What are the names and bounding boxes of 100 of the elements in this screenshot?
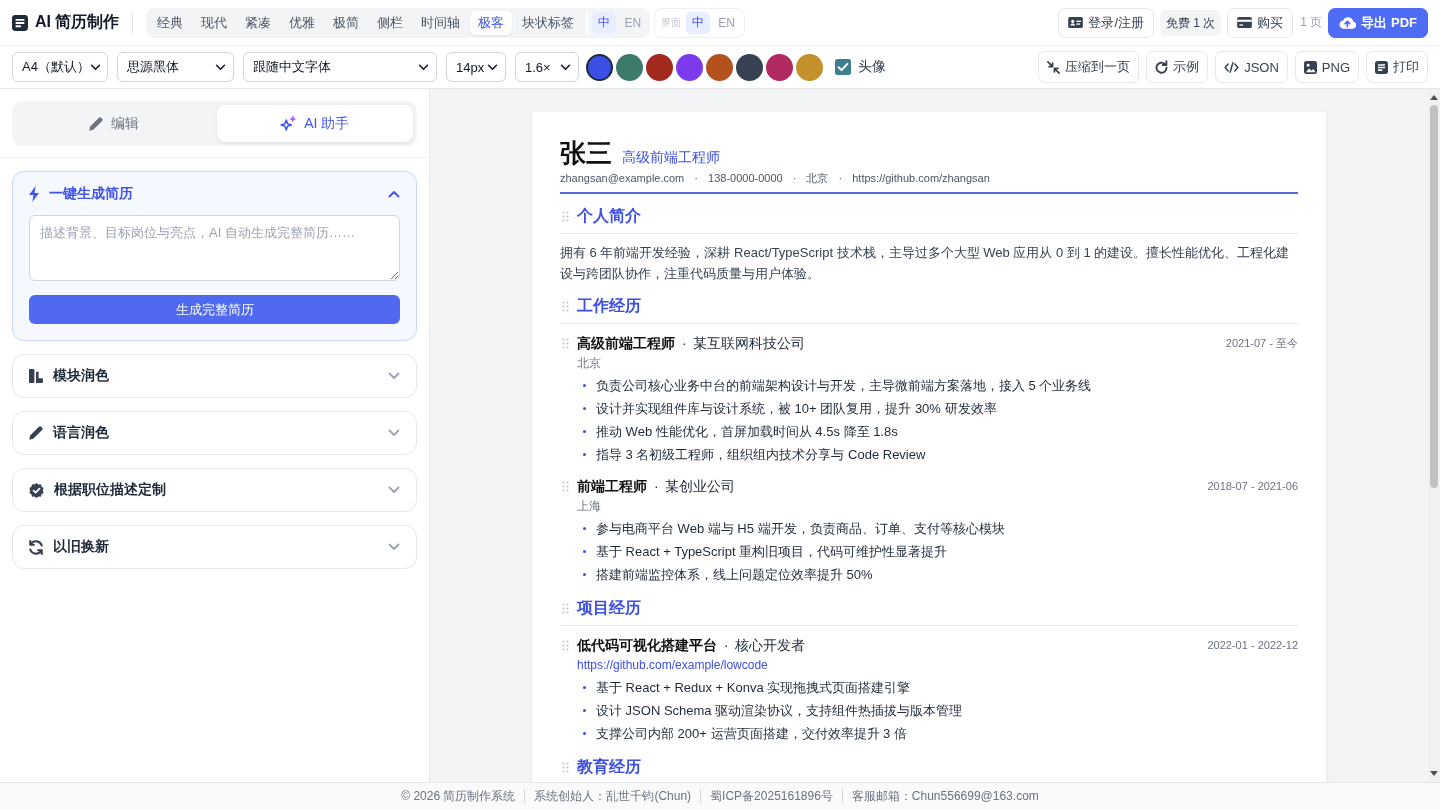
document-icon <box>1375 60 1388 74</box>
image-icon <box>1303 60 1317 74</box>
section-heading: 工作经历 <box>577 296 641 316</box>
resume-job-title: 高级前端工程师 <box>622 149 720 167</box>
footer-text: 蜀ICP备2025161896号 <box>700 790 833 803</box>
resume-name: 张三 <box>560 137 612 170</box>
example-button[interactable]: 示例 <box>1146 51 1209 83</box>
pencil-icon <box>89 116 104 131</box>
bullet-dot-icon <box>583 407 586 410</box>
page-count: 1 页 <box>1300 14 1323 31</box>
accordion-header[interactable]: 以旧换新 <box>13 526 416 568</box>
export-json-button[interactable]: JSON <box>1215 51 1288 83</box>
color-swatch[interactable] <box>736 53 763 81</box>
id-card-icon <box>1068 17 1084 28</box>
accordion-header[interactable]: 语言润色 <box>13 412 416 454</box>
bullet-dot-icon <box>583 550 586 553</box>
entry-date: 2022-01 - 2022-12 <box>1207 639 1298 651</box>
blocks-icon <box>29 369 43 383</box>
generate-button[interactable]: 生成完整简历 <box>29 295 400 324</box>
accordion-header[interactable]: 模块润色 <box>13 355 416 397</box>
template-tab[interactable]: 紧凑 <box>237 10 280 35</box>
cloud-upload-icon <box>1339 16 1357 29</box>
page-size-select[interactable]: A4（默认） <box>12 52 108 82</box>
avatar-checkbox[interactable] <box>835 59 851 75</box>
panel-tab[interactable]: 编辑 <box>16 105 213 142</box>
panel-tab[interactable]: AI 助手 <box>216 105 413 142</box>
bullet-text: 参与电商平台 Web 端与 H5 端开发，负责商品、订单、支付等核心模块 <box>596 519 1005 538</box>
chevron-down-icon <box>215 63 226 71</box>
bullet-text: 推动 Web 性能优化，首屏加载时间从 4.5s 降至 1.8s <box>596 422 898 441</box>
scroll-up-icon[interactable] <box>1430 95 1438 100</box>
free-quota-badge: 免费 1 次 <box>1160 9 1222 36</box>
language-option[interactable]: 中 <box>592 11 617 34</box>
drag-handle-icon[interactable] <box>562 602 569 614</box>
bullet-text: 设计 JSON Schema 驱动渲染协议，支持组件热插拔与版本管理 <box>596 701 963 720</box>
code-icon <box>1224 61 1240 73</box>
font-size-select[interactable]: 14px <box>446 52 506 82</box>
color-swatch[interactable] <box>706 53 733 81</box>
drag-handle-icon[interactable] <box>562 639 569 651</box>
bullet-dot-icon <box>583 430 586 433</box>
badge-check-icon <box>29 482 44 498</box>
lightning-bolt-icon <box>29 185 39 202</box>
credit-card-icon <box>1237 17 1253 28</box>
app-title: AI 简历制作 <box>35 12 120 32</box>
pencil-icon <box>29 426 43 440</box>
line-height-select[interactable]: 1.6× <box>515 52 579 82</box>
entry-location: 北京 <box>577 355 601 372</box>
chevron-down-icon <box>388 429 400 437</box>
bullet-text: 支撑公司内部 200+ 运营页面搭建，交付效率提升 3 倍 <box>596 724 907 743</box>
bullet-text: 基于 React + TypeScript 重构旧项目，代码可维护性显著提升 <box>596 542 948 561</box>
drag-handle-icon[interactable] <box>562 480 569 492</box>
template-tab[interactable]: 极客 <box>470 10 513 35</box>
drag-handle-icon[interactable] <box>562 761 569 773</box>
entry-location: 上海 <box>577 498 601 515</box>
login-button[interactable]: 登录/注册 <box>1058 7 1154 38</box>
drag-handle-icon[interactable] <box>562 210 569 222</box>
project-link[interactable]: https://github.com/example/lowcode <box>577 658 768 672</box>
drag-handle-icon[interactable] <box>562 337 569 349</box>
avatar-label[interactable]: 头像 <box>858 58 886 76</box>
color-swatch[interactable] <box>676 53 703 81</box>
summary-text: 拥有 6 年前端开发经验，深耕 React/TypeScript 技术栈，主导过多个大型 Web 应用从 0 到 1 的建设。擅长性能优化、工程化建设与跨团队协作，注重代码质量与用户体验。 <box>560 244 1291 283</box>
bullet-text: 设计并实现组件库与设计系统，被 10+ 团队复用，提升 30% 研发效率 <box>596 399 997 418</box>
color-swatch[interactable] <box>586 53 613 81</box>
template-tab[interactable]: 块状标签 <box>514 10 583 35</box>
bullet-text: 指导 3 名初级工程师，组织组内技术分享与 Code Review <box>596 445 926 464</box>
export-pdf-button[interactable]: 导出 PDF <box>1328 7 1428 38</box>
color-swatch[interactable] <box>646 53 673 81</box>
template-tab[interactable]: 侧栏 <box>369 10 412 35</box>
template-tab[interactable]: 极简 <box>325 10 368 35</box>
accordion-header[interactable]: 根据职位描述定制 <box>13 469 416 511</box>
prompt-textarea[interactable]: 描述背景、目标岗位与亮点，AI 自动生成完整简历…… <box>29 215 400 281</box>
compress-arrows-icon <box>1047 60 1061 74</box>
chevron-down-icon <box>388 372 400 380</box>
template-tab[interactable]: 时间轴 <box>413 10 469 35</box>
chevron-down-icon <box>388 486 400 494</box>
entry-heading: 高级前端工程师 · 某互联网科技公司 <box>577 334 806 353</box>
bullet-dot-icon <box>583 709 586 712</box>
language-option[interactable]: 中 <box>686 11 711 34</box>
scroll-down-icon[interactable] <box>1430 771 1438 776</box>
drag-handle-icon[interactable] <box>562 300 569 312</box>
color-swatch[interactable] <box>766 53 793 81</box>
document-icon <box>12 14 28 31</box>
color-swatch[interactable] <box>616 53 643 81</box>
scrollbar-thumb[interactable] <box>1430 105 1438 488</box>
buy-button[interactable]: 购买 <box>1227 7 1294 38</box>
print-button[interactable]: 打印 <box>1366 51 1428 83</box>
footer-text: © 2026 简历制作系统 <box>401 790 516 803</box>
font-family-select[interactable]: 思源黑体 <box>117 52 234 82</box>
section-heading: 教育经历 <box>577 757 641 777</box>
accordion-header[interactable]: 一键生成简历 <box>13 172 416 215</box>
latin-font-select[interactable]: 跟随中文字体 <box>243 52 437 82</box>
compress-button[interactable]: 压缩到一页 <box>1038 51 1140 83</box>
bullet-dot-icon <box>583 573 586 576</box>
color-swatch[interactable] <box>796 53 823 81</box>
template-tab[interactable]: 优雅 <box>281 10 324 35</box>
template-tab[interactable]: 经典 <box>149 10 192 35</box>
contact-info: zhangsan@example.com · 138-0000-0000 · 北京 · https://github.com/zhangsan <box>560 171 990 186</box>
chevron-down-icon <box>388 543 400 551</box>
export-png-button[interactable]: PNG <box>1294 51 1359 83</box>
template-tab[interactable]: 现代 <box>193 10 236 35</box>
bullet-dot-icon <box>583 686 586 689</box>
